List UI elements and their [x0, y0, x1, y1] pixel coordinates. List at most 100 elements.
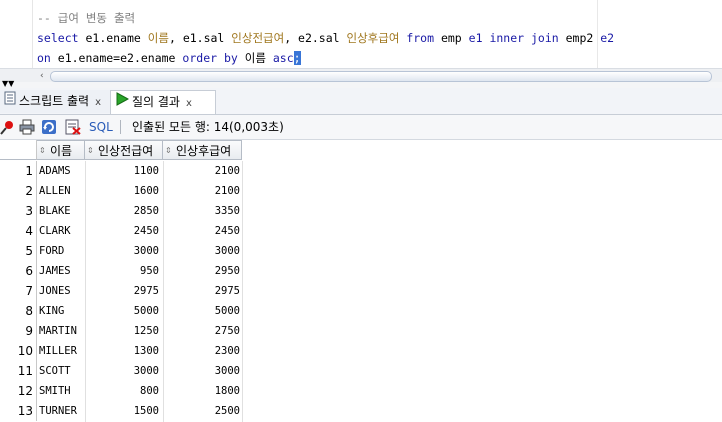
cell-name[interactable]: FORD [37, 241, 85, 261]
fetch-status-text: 인출된 모든 행: 14(0,003초) [132, 120, 284, 134]
run-query-icon [115, 91, 130, 114]
cell-salary-before[interactable]: 800 [85, 381, 163, 401]
sort-icon[interactable]: ⇕ [39, 141, 48, 161]
cell-name[interactable]: JAMES [37, 261, 85, 281]
cell-salary-after[interactable]: 2300 [163, 341, 242, 361]
row-number: 13 [0, 401, 37, 421]
scroll-left-icon[interactable]: ‹ [40, 71, 48, 81]
editor-gutter [0, 0, 33, 68]
cell-salary-before[interactable]: 1600 [85, 181, 163, 201]
cell-salary-before[interactable]: 1250 [85, 321, 163, 341]
script-output-icon [4, 90, 16, 113]
scrollbar-thumb[interactable] [50, 71, 712, 82]
print-icon[interactable] [19, 119, 35, 135]
cell-salary-before[interactable]: 950 [85, 261, 163, 281]
result-toolbar: SQL 인출된 모든 행: 14(0,003초) [0, 115, 722, 140]
cell-salary-after[interactable]: 2100 [163, 161, 242, 181]
cell-name[interactable]: CLARK [37, 221, 85, 241]
sql-keyword-on: on [37, 51, 51, 65]
code-line-2[interactable]: select e1.ename 이름, e1.sal 인상전급여, e2.sal… [37, 28, 614, 48]
cell-salary-before[interactable]: 5000 [85, 301, 163, 321]
row-number: 3 [0, 201, 37, 221]
cell-salary-after[interactable]: 3000 [163, 241, 242, 261]
sql-keyword-order: order [182, 51, 218, 65]
pin-icon[interactable] [0, 119, 16, 135]
sql-keyword-select: select [37, 31, 79, 45]
row-number: 11 [0, 361, 37, 381]
row-number: 1 [0, 161, 37, 181]
table-row[interactable]: 5 FORD 3000 3000 [0, 241, 242, 261]
table-row[interactable]: 2 ALLEN 1600 2100 [0, 181, 242, 201]
editor-horizontal-scrollbar[interactable]: ‹ [0, 68, 722, 83]
cell-name[interactable]: JONES [37, 281, 85, 301]
export-icon[interactable] [65, 119, 81, 135]
cell-salary-after[interactable]: 2975 [163, 281, 242, 301]
cell-name[interactable]: ALLEN [37, 181, 85, 201]
cell-salary-after[interactable]: 5000 [163, 301, 242, 321]
close-icon[interactable]: x [95, 91, 101, 114]
cell-name[interactable]: MARTIN [37, 321, 85, 341]
cell-salary-after[interactable]: 3350 [163, 201, 242, 221]
result-grid[interactable]: ⇕ 이름 ⇕ 인상전급여 ⇕ 인상후급여 1 ADAMS 1100 2100 2 AL… [0, 140, 722, 422]
toolbar-separator [120, 120, 121, 134]
table-row[interactable]: 1 ADAMS 1100 2100 [0, 161, 242, 181]
cell-salary-before[interactable]: 2975 [85, 281, 163, 301]
row-number: 8 [0, 301, 37, 321]
table-row[interactable]: 6 JAMES 950 2950 [0, 261, 242, 281]
cell-salary-before[interactable]: 1300 [85, 341, 163, 361]
table-row[interactable]: 8 KING 5000 5000 [0, 301, 242, 321]
cell-name[interactable]: KING [37, 301, 85, 321]
collapse-arrows-icon[interactable]: ▼▼ [2, 80, 14, 88]
sql-identifier: e1.ename=e2.ename [50, 51, 183, 65]
sql-keyword-from: from [399, 31, 435, 45]
table-row[interactable]: 12 SMITH 800 1800 [0, 381, 242, 401]
cell-name[interactable]: TURNER [37, 401, 85, 421]
sql-comment: -- 급여 변동 출력 [37, 11, 136, 25]
cell-name[interactable]: ADAMS [37, 161, 85, 181]
sql-button[interactable]: SQL [89, 119, 113, 135]
cell-salary-after[interactable]: 2450 [163, 221, 242, 241]
code-line-3[interactable]: on e1.ename=e2.ename order by 이름 asc; [37, 48, 301, 68]
sql-table-alias: e2 [600, 31, 615, 45]
sql-keyword-join: join [524, 31, 559, 45]
cell-salary-after[interactable]: 2500 [163, 401, 242, 421]
cell-salary-before[interactable]: 2850 [85, 201, 163, 221]
sql-table: emp [434, 31, 469, 45]
cell-name[interactable]: MILLER [37, 341, 85, 361]
row-number: 10 [0, 341, 37, 361]
sql-alias: 인상전급여 [231, 31, 285, 45]
column-header-salary-after[interactable]: ⇕ 인상후급여 [163, 140, 242, 160]
sql-table: emp2 [558, 31, 601, 45]
table-row[interactable]: 10 MILLER 1300 2300 [0, 341, 242, 361]
cell-salary-after[interactable]: 3000 [163, 361, 242, 381]
cell-name[interactable]: SCOTT [37, 361, 85, 381]
table-row[interactable]: 3 BLAKE 2850 3350 [0, 201, 242, 221]
close-icon[interactable]: x [186, 92, 192, 115]
table-row[interactable]: 11 SCOTT 3000 3000 [0, 361, 242, 381]
row-number-header [0, 140, 37, 160]
table-row[interactable]: 9 MARTIN 1250 2750 [0, 321, 242, 341]
cell-salary-after[interactable]: 2950 [163, 261, 242, 281]
tab-script-output[interactable]: 스크립트 출력 x [0, 90, 113, 113]
cell-salary-after[interactable]: 2100 [163, 181, 242, 201]
cell-salary-before[interactable]: 3000 [85, 361, 163, 381]
table-row[interactable]: 13 TURNER 1500 2500 [0, 401, 242, 421]
cell-salary-before[interactable]: 2450 [85, 221, 163, 241]
cell-name[interactable]: BLAKE [37, 201, 85, 221]
cell-salary-before[interactable]: 1500 [85, 401, 163, 421]
cell-name[interactable]: SMITH [37, 381, 85, 401]
cell-salary-before[interactable]: 1100 [85, 161, 163, 181]
sort-icon[interactable]: ⇕ [87, 141, 96, 161]
table-row[interactable]: 4 CLARK 2450 2450 [0, 221, 242, 241]
sort-icon[interactable]: ⇕ [165, 141, 174, 161]
cell-salary-after[interactable]: 1800 [163, 381, 242, 401]
column-header-salary-before[interactable]: ⇕ 인상전급여 [85, 140, 163, 160]
table-row[interactable]: 7 JONES 2975 2975 [0, 281, 242, 301]
refresh-icon[interactable] [41, 119, 57, 135]
column-header-name[interactable]: ⇕ 이름 [37, 140, 85, 160]
code-line-1[interactable]: -- 급여 변동 출력 [37, 8, 135, 28]
cell-salary-before[interactable]: 3000 [85, 241, 163, 261]
cell-salary-after[interactable]: 2750 [163, 321, 242, 341]
tab-query-result[interactable]: 질의 결과 x [110, 90, 216, 114]
sql-editor[interactable]: -- 급여 변동 출력 select e1.ename 이름, e1.sal 인… [0, 0, 722, 68]
